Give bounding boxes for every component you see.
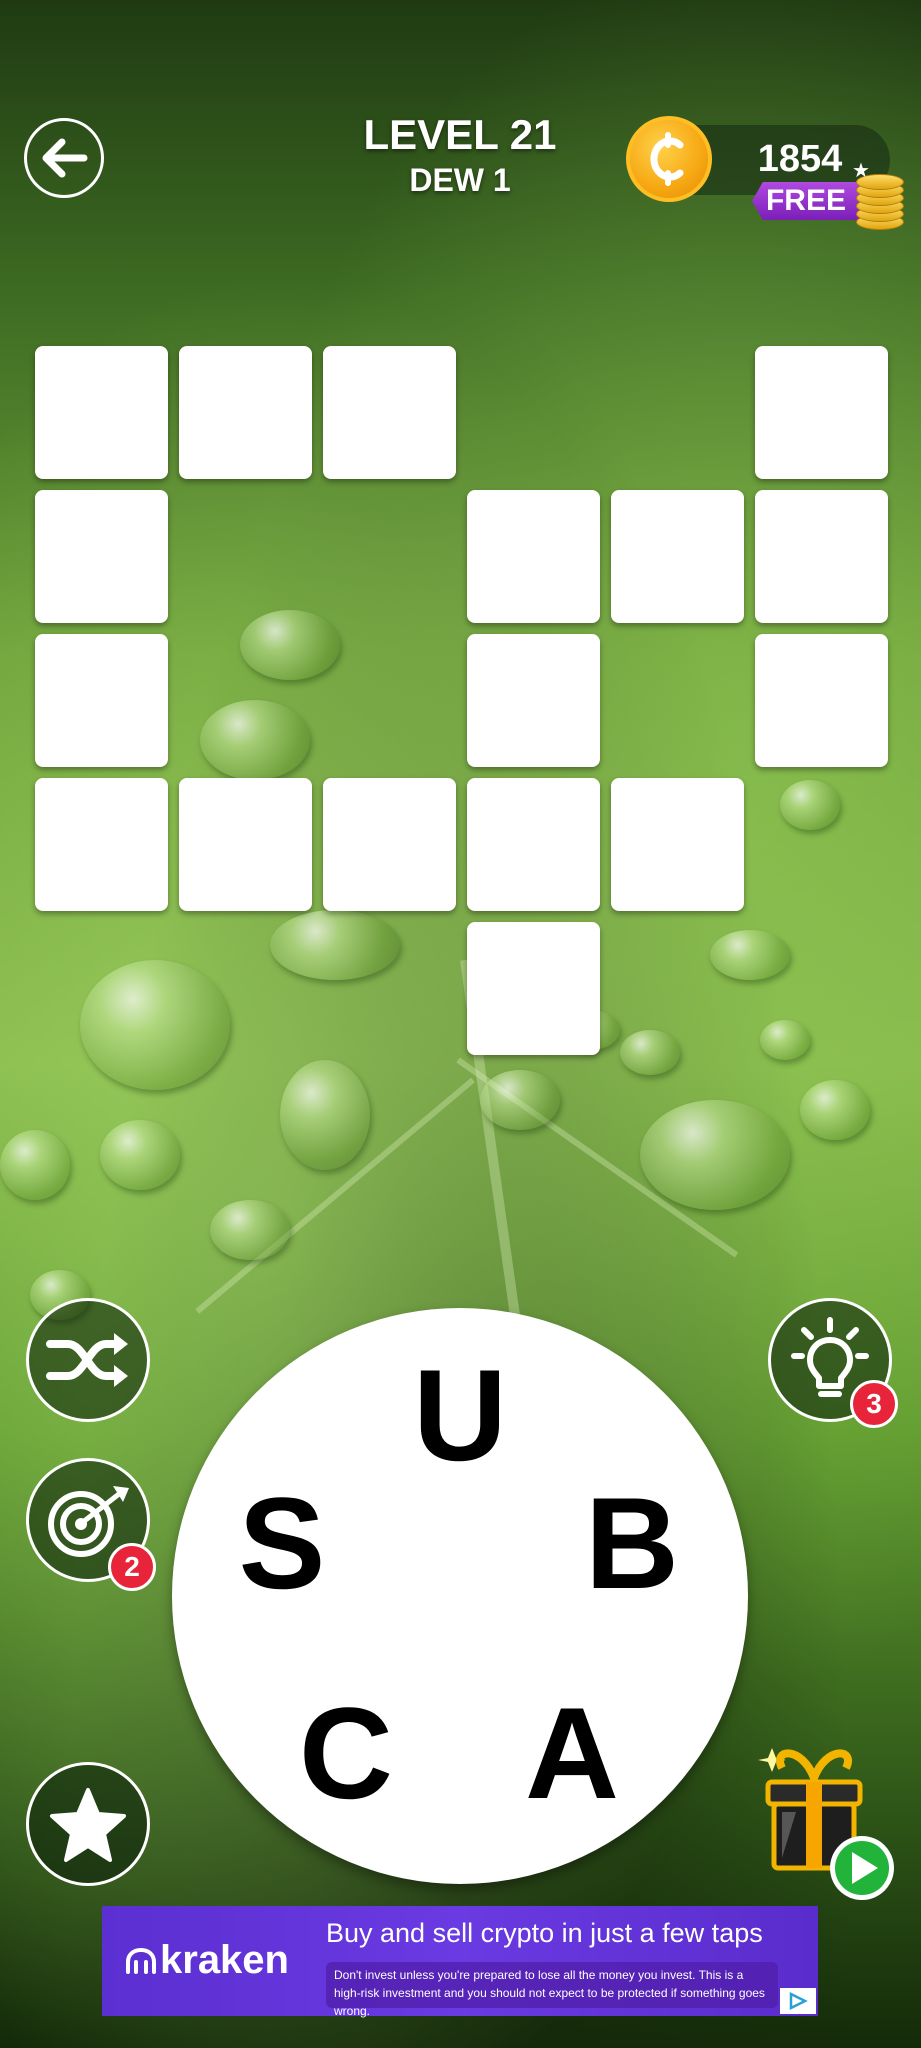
grid-cell	[179, 346, 312, 479]
free-coins-button[interactable]: FREE	[752, 182, 860, 220]
grid-cell	[467, 778, 600, 911]
back-button[interactable]	[24, 118, 104, 198]
grid-cell	[35, 490, 168, 623]
ad-brand-label: kraken	[160, 1938, 289, 1982]
wheel-letter[interactable]: S	[222, 1478, 342, 1608]
wheel-letter[interactable]: B	[572, 1478, 692, 1608]
grid-cell	[35, 634, 168, 767]
star-button[interactable]	[26, 1762, 150, 1886]
wheel-letter[interactable]: U	[400, 1350, 520, 1480]
grid-cell	[611, 778, 744, 911]
level-title: LEVEL 21	[363, 111, 557, 158]
grid-cell	[755, 346, 888, 479]
grid-cell	[35, 346, 168, 479]
grid-cell	[611, 490, 744, 623]
coin-count: 1854	[757, 138, 843, 180]
stage-title: DEW 1	[409, 162, 511, 198]
letter-wheel[interactable]: U B A C S	[172, 1308, 748, 1884]
gift-icon	[758, 1748, 894, 1900]
shuffle-button[interactable]	[26, 1298, 150, 1422]
gift-reward-button[interactable]	[752, 1728, 902, 1908]
kraken-logo-icon	[126, 1947, 156, 1974]
grid-cell	[755, 634, 888, 767]
shuffle-icon	[46, 1333, 128, 1387]
ad-brand: kraken	[126, 1938, 289, 1983]
sparkle-icon: ★	[852, 160, 870, 182]
grid-cell	[35, 778, 168, 911]
wheel-letter[interactable]: A	[512, 1688, 632, 1818]
star-icon	[50, 1788, 126, 1862]
grid-cell	[323, 778, 456, 911]
ad-choices-icon[interactable]	[780, 1988, 816, 2014]
grid-cell	[179, 778, 312, 911]
hint-count-badge: 3	[850, 1380, 898, 1428]
grid-cell	[467, 922, 600, 1055]
grid-cell	[323, 346, 456, 479]
ad-disclaimer: Don't invest unless you're prepared to l…	[326, 1962, 778, 2018]
ad-banner[interactable]: kraken Buy and sell crypto in just a few…	[102, 1906, 818, 2018]
ad-headline: Buy and sell crypto in just a few taps	[326, 1918, 763, 1948]
grid-cell	[467, 634, 600, 767]
arrow-left-icon	[42, 138, 88, 178]
wheel-letter[interactable]: C	[286, 1688, 406, 1818]
grid-cell	[467, 490, 600, 623]
coin-icon	[626, 116, 712, 202]
target-count-badge: 2	[108, 1543, 156, 1591]
grid-cell	[755, 490, 888, 623]
